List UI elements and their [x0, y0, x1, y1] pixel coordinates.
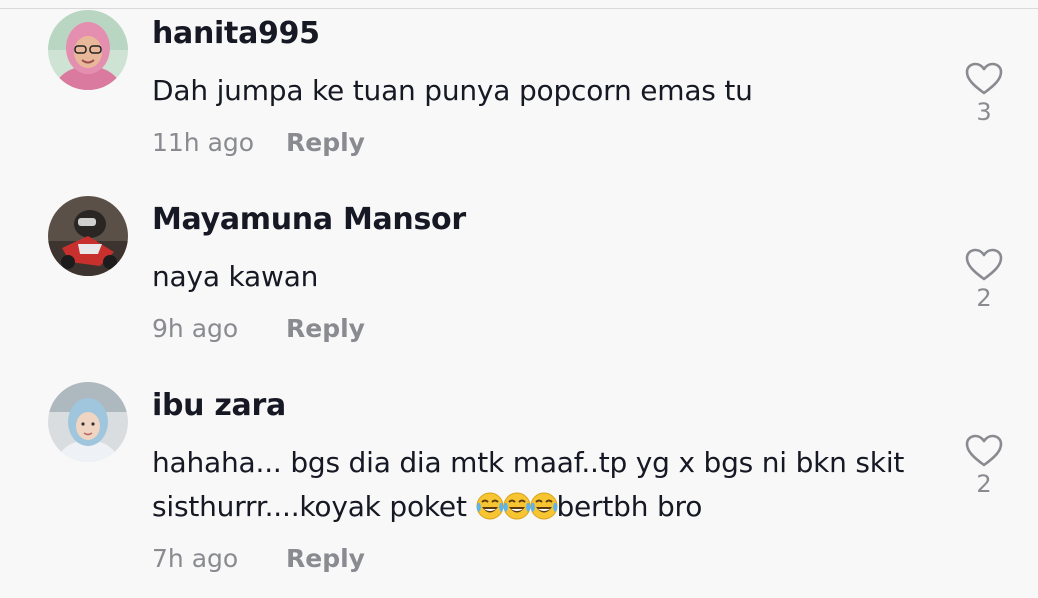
heart-outline-icon: [965, 62, 1003, 95]
avatar[interactable]: [48, 196, 128, 276]
like-count: 3: [976, 98, 992, 126]
comment-meta: 11h ago Reply: [152, 128, 365, 157]
face-with-tears-of-joy-icon: [476, 492, 504, 520]
avatar[interactable]: [48, 382, 128, 462]
like-count: 2: [976, 284, 992, 312]
comment-text-part: naya kawan: [152, 260, 319, 293]
like-button[interactable]: 2: [962, 248, 1006, 312]
comment-meta: 7h ago Reply: [152, 544, 365, 573]
face-with-tears-of-joy-icon: [503, 492, 531, 520]
comment-text-part: Dah jumpa ke tuan punya popcorn emas tu: [152, 74, 753, 107]
top-divider: [0, 8, 1038, 9]
reply-button[interactable]: Reply: [286, 544, 365, 573]
heart-outline-icon: [965, 248, 1003, 281]
like-count: 2: [976, 470, 992, 498]
avatar[interactable]: [48, 10, 128, 90]
comment-username[interactable]: ibu zara: [152, 388, 286, 423]
comment-meta: 9h ago Reply: [152, 314, 365, 343]
comment-username[interactable]: hanita995: [152, 16, 320, 51]
comment-username[interactable]: Mayamuna Mansor: [152, 202, 466, 237]
comment-text: Dah jumpa ke tuan punya popcorn emas tu: [152, 69, 912, 113]
like-button[interactable]: 2: [962, 434, 1006, 498]
comment-text: naya kawan: [152, 255, 912, 299]
face-with-tears-of-joy-icon: [530, 492, 558, 520]
heart-outline-icon: [965, 434, 1003, 467]
comment-time: 11h ago: [152, 128, 255, 157]
reply-button[interactable]: Reply: [286, 314, 365, 343]
comment-time: 9h ago: [152, 314, 239, 343]
comment-text: hahaha... bgs dia dia mtk maaf..tp yg x …: [152, 441, 912, 529]
comment-text-part: bertbh bro: [556, 490, 703, 523]
comment-time: 7h ago: [152, 544, 239, 573]
like-button[interactable]: 3: [962, 62, 1006, 126]
reply-button[interactable]: Reply: [286, 128, 365, 157]
